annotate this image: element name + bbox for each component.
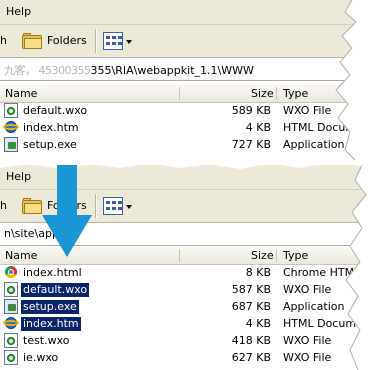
torn-edge-right-top — [336, 0, 392, 160]
torn-edge-right-bottom — [346, 165, 392, 370]
down-arrow-icon — [42, 165, 92, 257]
